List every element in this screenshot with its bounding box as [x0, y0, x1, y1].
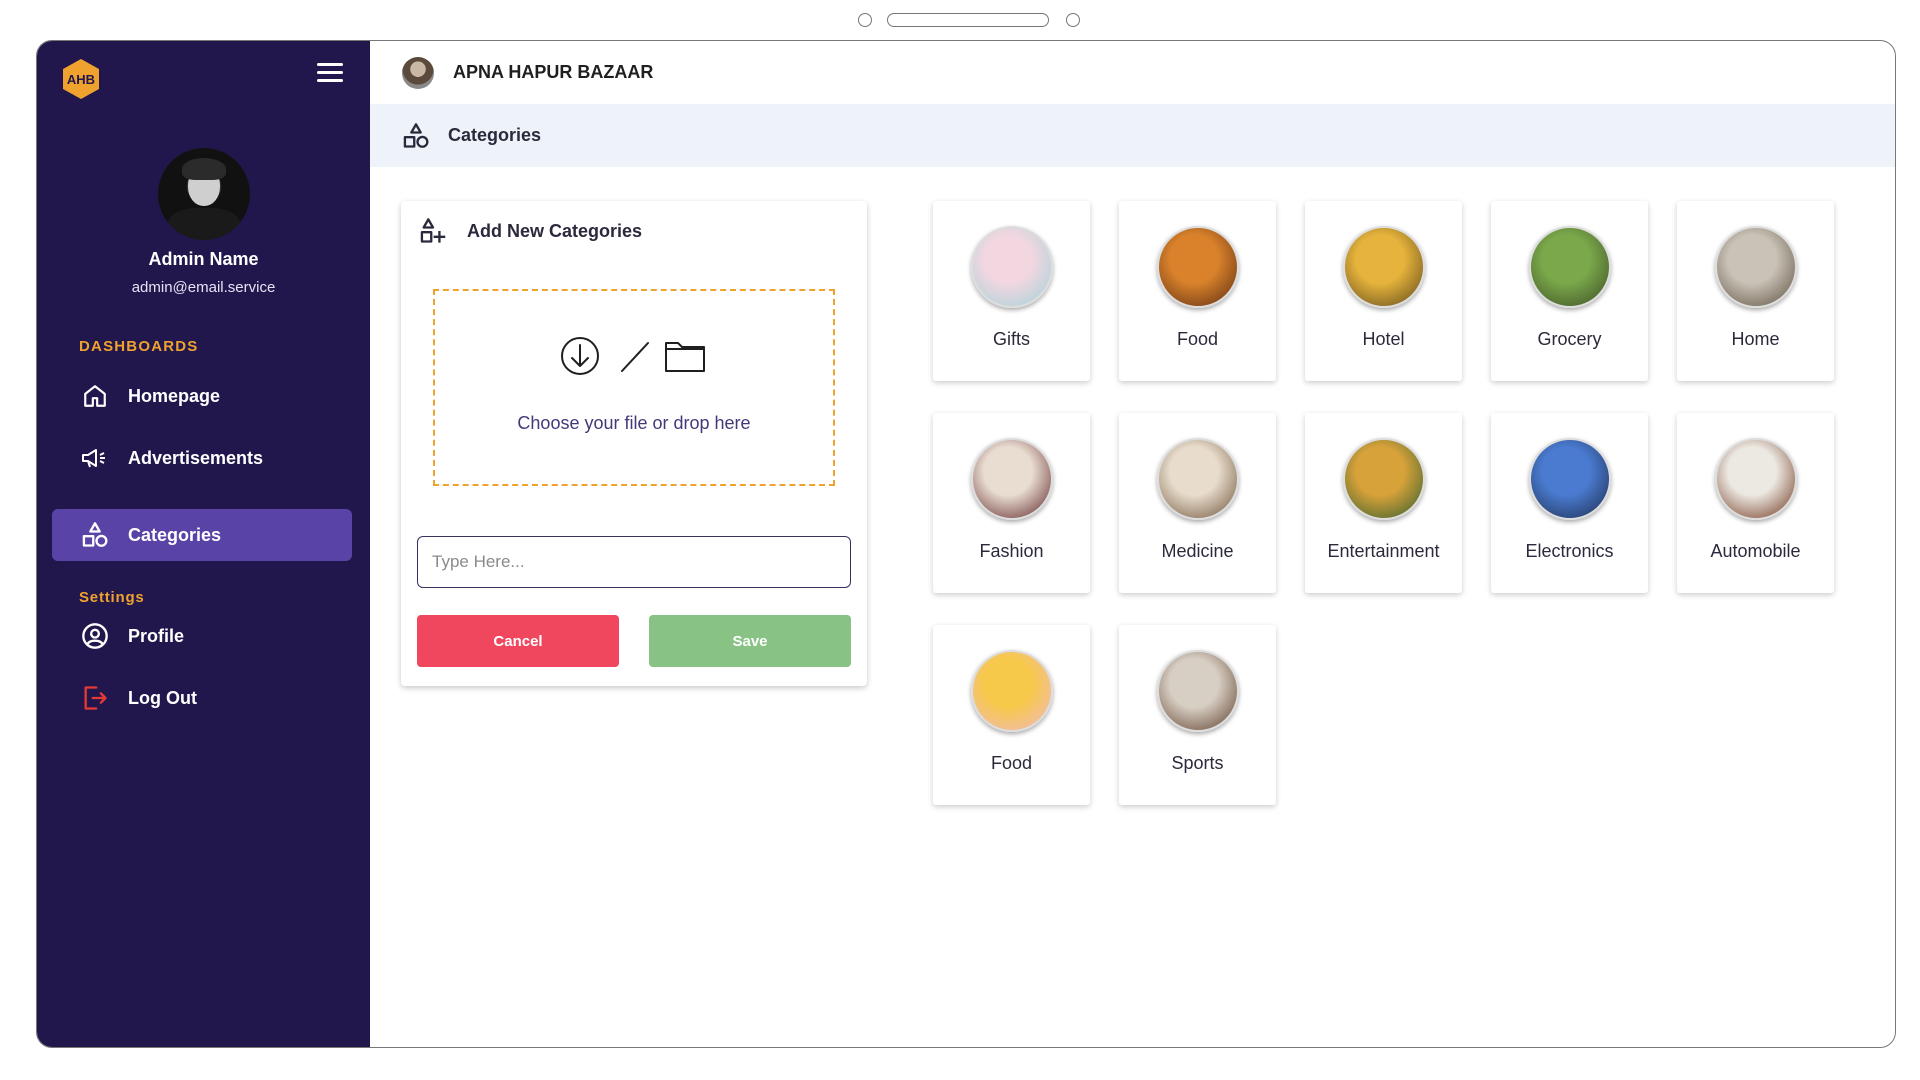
cancel-button[interactable]: Cancel	[417, 615, 619, 667]
category-image	[1343, 226, 1425, 308]
category-card[interactable]: Entertainment	[1305, 413, 1462, 593]
category-label: Fashion	[979, 541, 1044, 561]
home-icon	[78, 379, 112, 413]
category-image	[1157, 438, 1239, 520]
settings-section-label: Settings	[79, 589, 145, 606]
store-name: APNA HAPUR BAZAAR	[453, 62, 654, 82]
logo-text: AHB	[67, 72, 95, 87]
menu-toggle-icon[interactable]	[317, 63, 343, 83]
category-card[interactable]: Grocery	[1491, 201, 1648, 381]
sidebar-item-label: Advertisements	[128, 447, 264, 468]
dropzone-text: Choose your file or drop here	[517, 413, 751, 433]
top-header: APNA HAPUR BAZAAR	[370, 41, 1895, 104]
category-card[interactable]: Food	[1119, 201, 1276, 381]
category-label: Entertainment	[1327, 541, 1440, 561]
sidebar-item-label: Profile	[128, 625, 185, 646]
ahb-logo-icon[interactable]: AHB	[59, 57, 103, 101]
folder-icon	[665, 342, 705, 372]
slash-icon	[621, 342, 649, 372]
category-image	[1715, 438, 1797, 520]
category-image	[1529, 226, 1611, 308]
user-circle-icon	[78, 619, 112, 653]
sidebar-item-logout[interactable]: Log Out	[52, 672, 352, 724]
category-card[interactable]: Medicine	[1119, 413, 1276, 593]
category-label: Food	[1176, 329, 1219, 349]
category-label: Electronics	[1525, 541, 1614, 561]
category-image	[1529, 438, 1611, 520]
form-header: Add New Categories	[419, 217, 642, 245]
sidebar: AHB Admin Name admin@email.service DASHB…	[37, 41, 370, 1047]
admin-name: Admin Name	[148, 249, 259, 269]
sidebar-item-profile[interactable]: Profile	[52, 610, 352, 662]
file-dropzone[interactable]: Choose your file or drop here	[433, 289, 835, 486]
speaker-pill	[887, 13, 1049, 27]
admin-avatar	[158, 148, 250, 240]
category-card[interactable]: Hotel	[1305, 201, 1462, 381]
page-title: Categories	[448, 125, 542, 145]
category-label: Food	[990, 753, 1033, 773]
logout-icon	[78, 681, 112, 715]
shapes-icon	[78, 518, 112, 552]
category-label: Automobile	[1710, 541, 1801, 561]
dashboards-section-label: DASHBOARDS	[79, 338, 199, 355]
category-card[interactable]: Gifts	[933, 201, 1090, 381]
sidebar-item-homepage[interactable]: Homepage	[52, 370, 352, 422]
shapes-icon	[403, 122, 429, 148]
save-button[interactable]: Save	[649, 615, 851, 667]
sensor-dot	[1066, 13, 1080, 27]
sidebar-item-label: Homepage	[128, 385, 221, 406]
category-image	[1157, 650, 1239, 732]
category-label: Grocery	[1537, 329, 1602, 349]
camera-dot	[858, 13, 872, 27]
category-label: Gifts	[992, 329, 1030, 349]
category-image	[971, 438, 1053, 520]
megaphone-icon	[78, 441, 112, 475]
app-window: AHB Admin Name admin@email.service DASHB…	[36, 40, 1896, 1048]
category-label: Sports	[1171, 753, 1224, 773]
category-card[interactable]: Sports	[1119, 625, 1276, 805]
category-card[interactable]: Electronics	[1491, 413, 1648, 593]
category-label: Medicine	[1161, 541, 1234, 561]
form-title: Add New Categories	[467, 220, 643, 241]
category-card[interactable]: Food	[933, 625, 1090, 805]
category-card[interactable]: Fashion	[933, 413, 1090, 593]
download-icon	[561, 337, 599, 375]
category-card[interactable]: Automobile	[1677, 413, 1834, 593]
category-label: Home	[1731, 329, 1780, 349]
category-label: Hotel	[1362, 329, 1405, 349]
category-image	[971, 650, 1053, 732]
sidebar-item-label: Log Out	[128, 687, 197, 708]
admin-email: admin@email.service	[131, 279, 276, 296]
sidebar-item-advertisements[interactable]: Advertisements	[52, 432, 352, 484]
sidebar-item-categories[interactable]: Categories	[52, 509, 352, 561]
category-image	[1343, 438, 1425, 520]
add-shapes-icon	[420, 218, 446, 243]
upload-icons	[561, 337, 705, 375]
sidebar-item-label: Categories	[128, 524, 222, 545]
category-image	[971, 226, 1053, 308]
store-avatar[interactable]	[402, 56, 434, 89]
category-image	[1157, 226, 1239, 308]
breadcrumb: Categories	[370, 104, 1895, 167]
category-image	[1715, 226, 1797, 308]
category-card[interactable]: Home	[1677, 201, 1834, 381]
category-name-input[interactable]	[417, 536, 851, 588]
device-top-bar	[0, 0, 1920, 40]
main-content: APNA HAPUR BAZAAR Categories Add New Cat…	[370, 41, 1895, 1047]
add-category-form: Add New Categories Choose your file or d…	[401, 201, 867, 686]
